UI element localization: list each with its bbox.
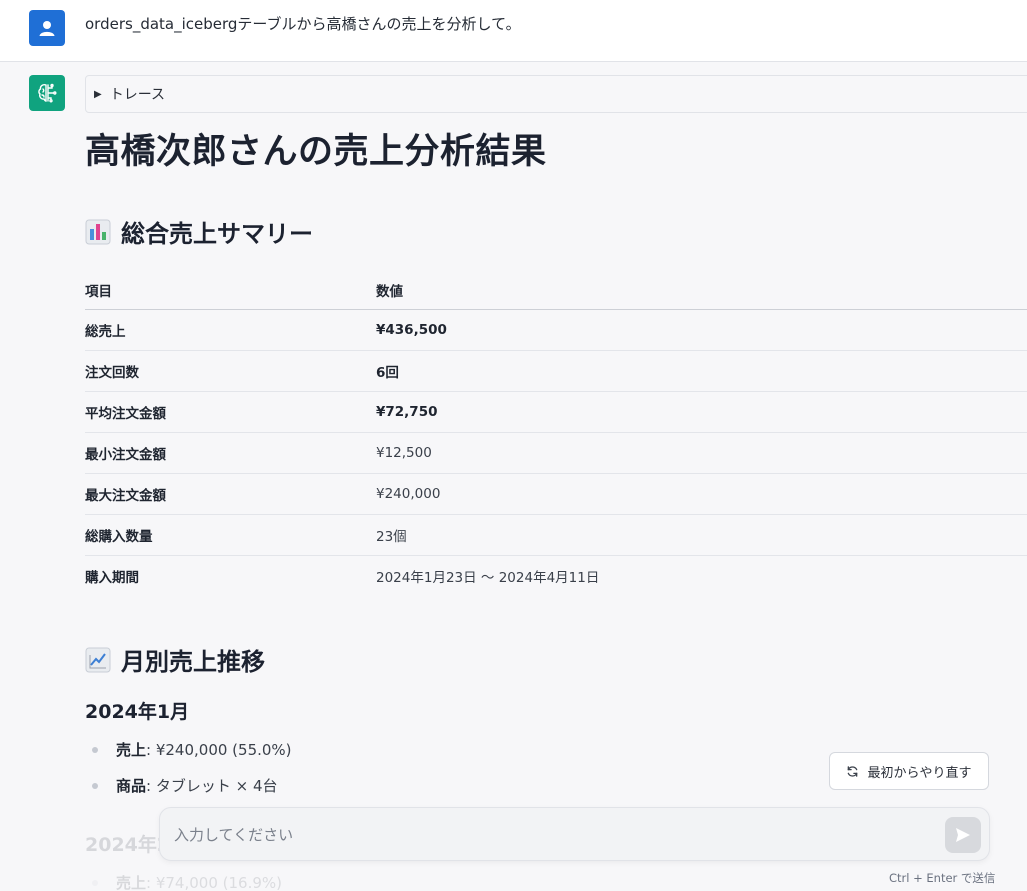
- row-label: 総購入数量: [85, 514, 376, 556]
- restart-button[interactable]: 最初からやり直す: [829, 752, 989, 790]
- send-button[interactable]: [945, 817, 981, 853]
- table-row: 最小注文金額 ¥12,500: [85, 432, 1027, 474]
- row-label: 最小注文金額: [85, 432, 376, 474]
- table-row: 注文回数 6回: [85, 350, 1027, 392]
- table-row: 総売上 ¥436,500: [85, 309, 1027, 351]
- list-item-key: 商品: [116, 777, 147, 795]
- bar-chart-icon: [85, 219, 111, 244]
- trend-up-chart-icon: [85, 647, 111, 672]
- row-label: 最大注文金額: [85, 473, 376, 515]
- table-row: 総購入数量 23個: [85, 514, 1027, 556]
- report-title: 高橋次郎さんの売上分析結果: [85, 132, 547, 172]
- monthly-heading: 月別売上推移: [85, 642, 1027, 677]
- chat-input-container: [159, 807, 990, 861]
- column-header-item: 項目: [85, 271, 376, 310]
- restart-button-label: 最初からやり直す: [867, 764, 972, 780]
- list-item-value: : ¥240,000 (55.0%): [146, 741, 292, 759]
- row-value: 23個: [376, 514, 1027, 556]
- trace-toggle[interactable]: ▶ トレース: [85, 75, 1027, 113]
- expand-triangle-icon: ▶: [94, 88, 102, 100]
- summary-heading-text: 総合売上サマリー: [121, 220, 313, 248]
- row-value: ¥12,500: [376, 432, 1027, 474]
- table-header-row: 項目 数値: [85, 271, 1027, 310]
- summary-table: 項目 数値 総売上 ¥436,500 注文回数 6回 平均注文金額 ¥72,75…: [85, 271, 1027, 596]
- row-value: ¥240,000: [376, 473, 1027, 515]
- user-message-row: orders_data_icebergテーブルから高橋さんの売上を分析して。: [0, 0, 1027, 62]
- list-item-value: : タブレット × 4台: [146, 777, 278, 795]
- row-value: 6回: [376, 350, 1027, 392]
- row-label: 総売上: [85, 309, 376, 351]
- month-heading: 2024年1月: [85, 701, 190, 723]
- row-value: ¥436,500: [376, 309, 1027, 351]
- table-row: 最大注文金額 ¥240,000: [85, 473, 1027, 515]
- monthly-heading-text: 月別売上推移: [121, 648, 265, 676]
- row-label: 平均注文金額: [85, 391, 376, 433]
- summary-heading: 総合売上サマリー: [85, 214, 1027, 249]
- user-icon: [39, 21, 55, 36]
- brain-circuit-icon: [38, 83, 57, 103]
- row-value: 2024年1月23日 〜 2024年4月11日: [376, 569, 600, 586]
- column-header-value: 数値: [376, 271, 1027, 310]
- list-item: 売上: ¥74,000 (16.9%): [85, 871, 1027, 891]
- table-row: 平均注文金額 ¥72,750: [85, 391, 1027, 433]
- row-label: 注文回数: [85, 350, 376, 392]
- table-row: 購入期間 2024年1月23日 〜 2024年4月11日: [85, 555, 1027, 596]
- refresh-icon: [848, 765, 858, 777]
- row-label: 購入期間: [85, 569, 139, 586]
- send-arrow-icon: [956, 828, 970, 842]
- row-value: ¥72,750: [376, 391, 1027, 433]
- list-item-value: : ¥74,000 (16.9%): [146, 874, 282, 891]
- chat-input[interactable]: [174, 822, 934, 848]
- user-avatar: [29, 10, 65, 46]
- send-shortcut-hint: Ctrl + Enter で送信: [889, 871, 996, 885]
- trace-label: トレース: [109, 87, 166, 103]
- month-details-list: 売上: ¥74,000 (16.9%): [85, 871, 1027, 891]
- list-item-key: 売上: [116, 874, 147, 891]
- user-message-text: orders_data_icebergテーブルから高橋さんの売上を分析して。: [85, 15, 521, 33]
- list-item-key: 売上: [116, 741, 147, 759]
- assistant-avatar: [29, 75, 65, 111]
